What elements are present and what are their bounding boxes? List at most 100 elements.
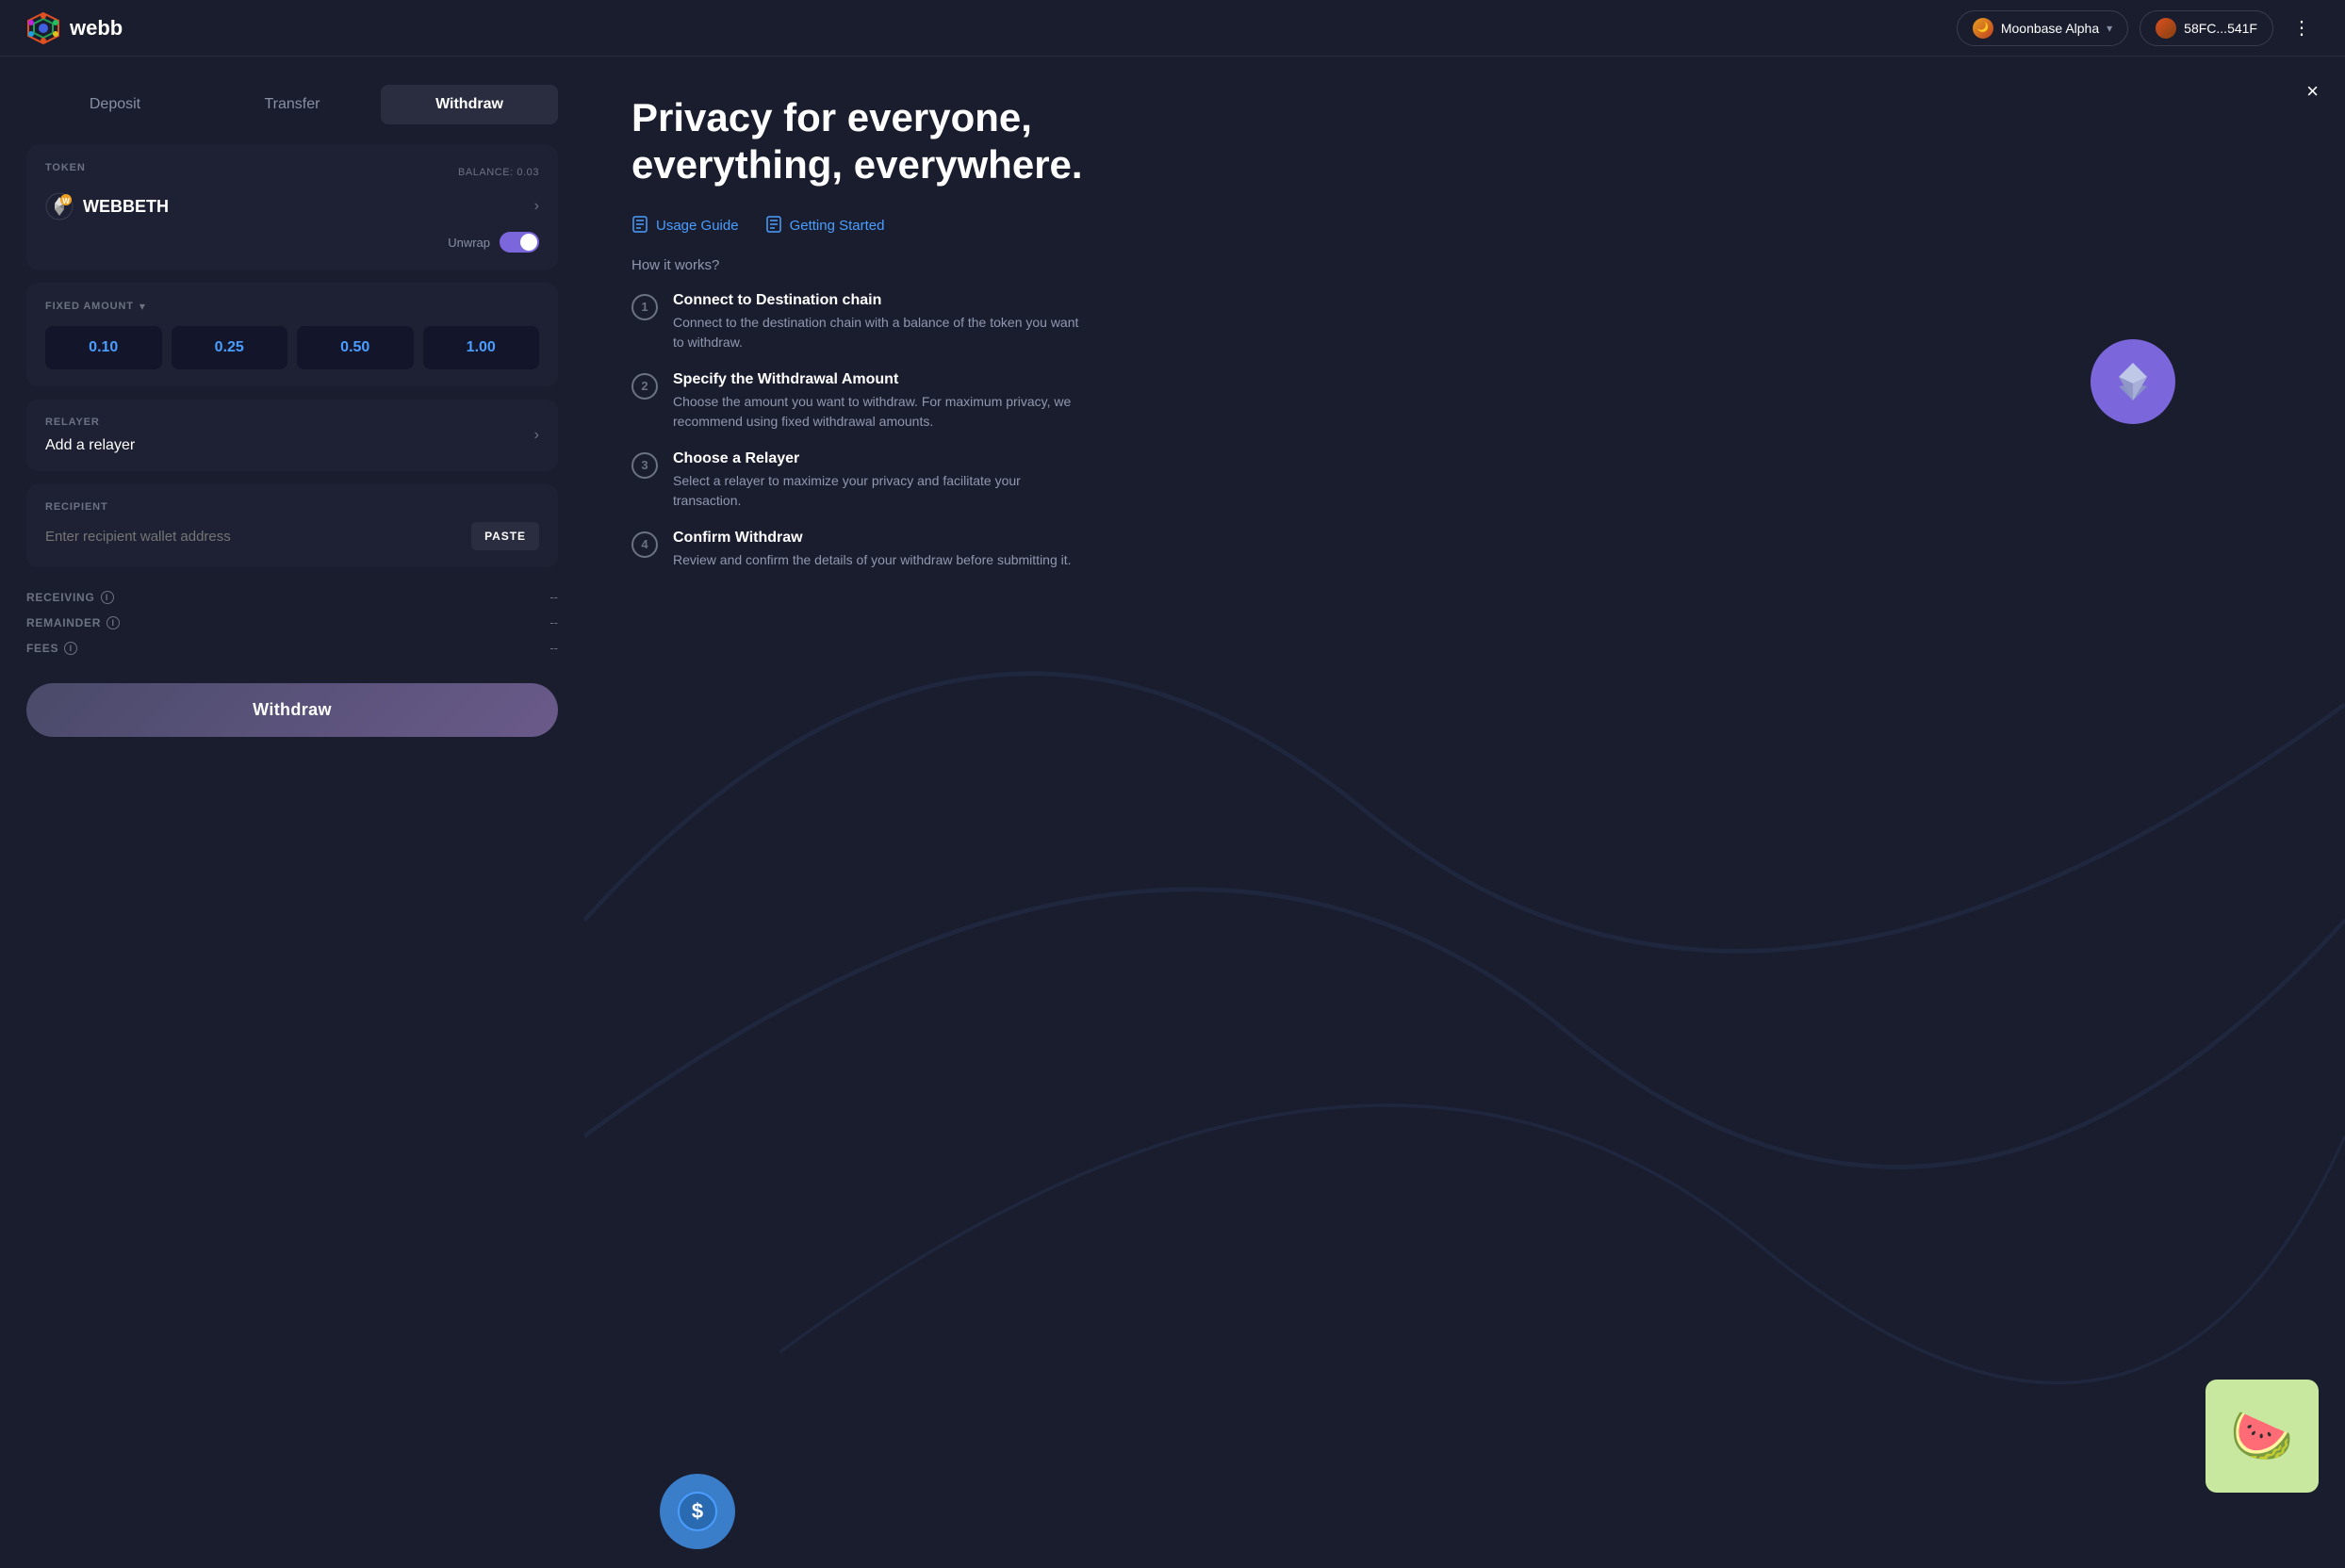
relayer-content: RELAYER Add a relayer — [45, 416, 135, 454]
step-4-title: Confirm Withdraw — [673, 530, 1072, 547]
fixed-amount-header[interactable]: FIXED AMOUNT ▾ — [45, 300, 539, 313]
recipient-card: RECIPIENT PASTE — [26, 484, 558, 567]
svg-text:$: $ — [692, 1499, 703, 1523]
amount-buttons: 0.10 0.25 0.50 1.00 — [45, 326, 539, 369]
steps: 1 Connect to Destination chain Connect t… — [631, 292, 2298, 570]
eth-icon — [2109, 358, 2156, 405]
getting-started-link[interactable]: Getting Started — [765, 216, 885, 237]
token-label: TOKEN — [45, 162, 86, 173]
step-4-desc: Review and confirm the details of your w… — [673, 550, 1072, 570]
withdraw-button[interactable]: Withdraw — [26, 683, 558, 737]
tabs: Deposit Transfer Withdraw — [26, 85, 558, 124]
fees-info-icon[interactable]: i — [64, 642, 77, 655]
token-info: W WEBBETH — [45, 192, 169, 220]
fees-value: -- — [549, 641, 558, 655]
logo-text: webb — [70, 16, 123, 41]
amount-btn-2[interactable]: 0.50 — [297, 326, 414, 369]
receiving-label: RECEIVING i — [26, 591, 114, 604]
step-1: 1 Connect to Destination chain Connect t… — [631, 292, 2298, 352]
receiving-info-icon[interactable]: i — [101, 591, 114, 604]
step-1-content: Connect to Destination chain Connect to … — [673, 292, 1088, 352]
wallet-button[interactable]: 58FC...541F — [2140, 10, 2273, 46]
relayer-card[interactable]: RELAYER Add a relayer › — [26, 400, 558, 471]
step-3: 3 Choose a Relayer Select a relayer to m… — [631, 450, 2298, 511]
webb-logo-icon — [26, 11, 60, 45]
receiving-value: -- — [549, 590, 558, 604]
nft-emoji: 🍉 — [2230, 1407, 2293, 1466]
dollar-bubble: $ — [660, 1474, 735, 1549]
nft-card: 🍉 — [2206, 1380, 2319, 1493]
fixed-amount-chevron-icon: ▾ — [139, 300, 145, 313]
tab-transfer[interactable]: Transfer — [204, 85, 381, 124]
logo: webb — [26, 11, 123, 45]
step-4-content: Confirm Withdraw Review and confirm the … — [673, 530, 1072, 570]
usage-guide-icon — [631, 216, 648, 237]
recipient-input-row: PASTE — [45, 522, 539, 550]
recipient-input[interactable] — [45, 529, 462, 545]
step-2-number: 2 — [631, 373, 658, 400]
hero-title: Privacy for everyone, everything, everyw… — [631, 94, 1197, 189]
background-lines — [584, 57, 2345, 1568]
step-1-desc: Connect to the destination chain with a … — [673, 313, 1088, 352]
eth-bubble — [2091, 339, 2175, 424]
info-rows: RECEIVING i -- REMAINDER i -- FEES i -- — [26, 584, 558, 661]
amount-card: FIXED AMOUNT ▾ 0.10 0.25 0.50 1.00 — [26, 283, 558, 386]
usage-guide-label: Usage Guide — [656, 218, 739, 234]
fees-label: FEES i — [26, 642, 77, 655]
main: Deposit Transfer Withdraw TOKEN BALANCE:… — [0, 57, 2345, 1568]
token-field-header: TOKEN BALANCE: 0.03 — [45, 162, 539, 183]
receiving-row: RECEIVING i -- — [26, 584, 558, 610]
token-name: WEBBETH — [83, 197, 169, 217]
remainder-info-icon[interactable]: i — [107, 616, 120, 629]
guide-links: Usage Guide Getting Started — [631, 216, 2298, 237]
getting-started-label: Getting Started — [790, 218, 885, 234]
step-1-title: Connect to Destination chain — [673, 292, 1088, 309]
close-button[interactable]: × — [2306, 79, 2319, 104]
dollar-icon: $ — [676, 1490, 719, 1533]
remainder-row: REMAINDER i -- — [26, 610, 558, 635]
step-3-number: 3 — [631, 452, 658, 479]
paste-button[interactable]: PASTE — [471, 522, 539, 550]
right-panel: × Privacy for everyone, everything, ever… — [584, 57, 2345, 1568]
token-row[interactable]: W WEBBETH › — [45, 192, 539, 220]
svg-text:W: W — [62, 197, 70, 205]
amount-btn-0[interactable]: 0.10 — [45, 326, 162, 369]
token-card: TOKEN BALANCE: 0.03 W WEBBETH — [26, 145, 558, 270]
remainder-label: REMAINDER i — [26, 616, 120, 629]
remainder-value: -- — [549, 615, 558, 629]
step-2-content: Specify the Withdrawal Amount Choose the… — [673, 371, 1088, 432]
step-2-desc: Choose the amount you want to withdraw. … — [673, 392, 1088, 432]
network-icon: 🌙 — [1973, 18, 1993, 39]
token-chevron-icon: › — [534, 198, 539, 215]
header: webb 🌙 Moonbase Alpha ▾ 58FC...541F ⋮ — [0, 0, 2345, 57]
step-2-title: Specify the Withdrawal Amount — [673, 371, 1088, 388]
step-3-desc: Select a relayer to maximize your privac… — [673, 471, 1088, 511]
unwrap-label: Unwrap — [448, 236, 490, 250]
usage-guide-link[interactable]: Usage Guide — [631, 216, 739, 237]
network-chevron-icon: ▾ — [2107, 22, 2112, 35]
left-panel: Deposit Transfer Withdraw TOKEN BALANCE:… — [0, 57, 584, 1568]
getting-started-icon — [765, 216, 782, 237]
amount-btn-1[interactable]: 0.25 — [172, 326, 288, 369]
amount-btn-3[interactable]: 1.00 — [423, 326, 540, 369]
step-3-title: Choose a Relayer — [673, 450, 1088, 467]
recipient-label: RECIPIENT — [45, 501, 539, 513]
step-1-number: 1 — [631, 294, 658, 320]
unwrap-toggle[interactable] — [500, 232, 539, 253]
balance-text: BALANCE: 0.03 — [458, 167, 539, 178]
toggle-thumb — [520, 234, 537, 251]
more-button[interactable]: ⋮ — [2285, 12, 2319, 43]
step-4: 4 Confirm Withdraw Review and confirm th… — [631, 530, 2298, 570]
wallet-avatar — [2156, 18, 2176, 39]
fees-row: FEES i -- — [26, 635, 558, 661]
network-label: Moonbase Alpha — [2001, 21, 2099, 36]
relayer-chevron-icon: › — [534, 427, 539, 444]
tab-deposit[interactable]: Deposit — [26, 85, 204, 124]
how-it-works-label: How it works? — [631, 257, 2298, 273]
fixed-amount-label: FIXED AMOUNT — [45, 301, 134, 312]
unwrap-row: Unwrap — [45, 232, 539, 253]
step-3-content: Choose a Relayer Select a relayer to max… — [673, 450, 1088, 511]
relayer-value: Add a relayer — [45, 437, 135, 454]
network-button[interactable]: 🌙 Moonbase Alpha ▾ — [1957, 10, 2128, 46]
tab-withdraw[interactable]: Withdraw — [381, 85, 558, 124]
